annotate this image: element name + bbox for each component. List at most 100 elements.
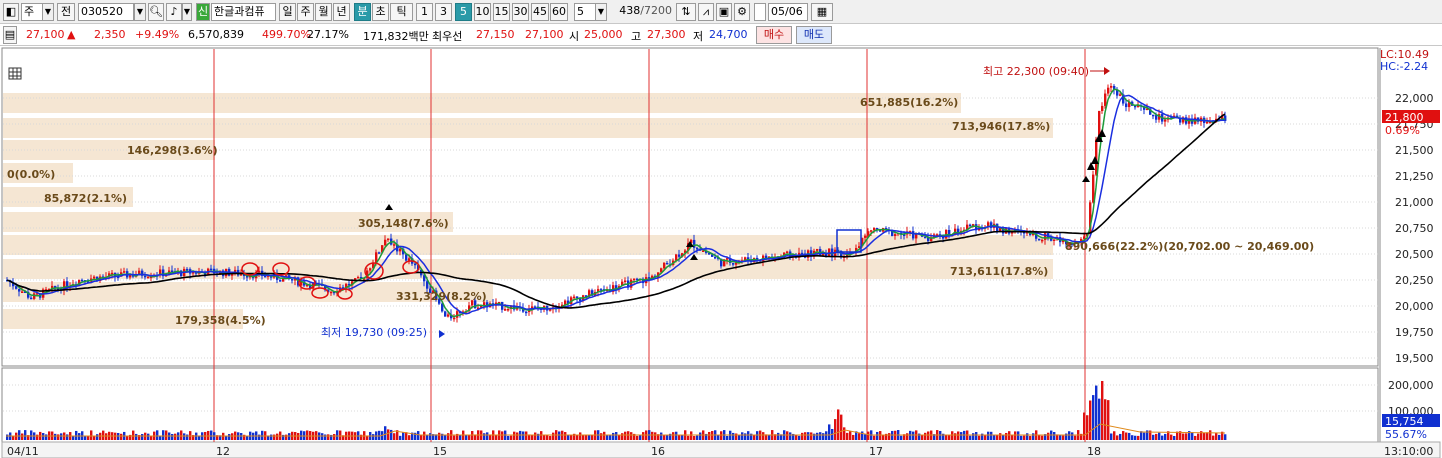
interval-60[interactable]: 60 xyxy=(550,3,568,21)
volume-bar xyxy=(1197,433,1200,440)
period-minute[interactable]: 분 xyxy=(354,3,371,21)
dual-chart-icon[interactable]: ⩘ xyxy=(698,3,714,21)
candle-body xyxy=(1104,93,1107,106)
volume-bar xyxy=(207,430,210,440)
volume-bar xyxy=(1038,435,1041,440)
volume-bar xyxy=(1011,435,1014,440)
candle-body xyxy=(786,251,789,254)
profile-label-9: 890,666(22.2%)(20,702.00 ~ 20,469.00) xyxy=(1065,240,1314,253)
stock-chart[interactable]: 651,885(16.2%) 713,946(17.8%) 146,298(3.6%… xyxy=(0,46,1442,458)
interval-5[interactable]: 5 xyxy=(455,3,472,21)
volume-bar xyxy=(777,432,780,440)
period-year[interactable]: 년 xyxy=(333,3,350,21)
volume-bar xyxy=(879,431,882,440)
chart-canvas[interactable]: 651,885(16.2%) 713,946(17.8%) 146,298(3.6%… xyxy=(0,46,1442,458)
volume-bar xyxy=(1113,431,1116,440)
change-amount: 2,350 xyxy=(94,28,126,41)
date-label: 16 xyxy=(651,445,665,458)
volume-bar xyxy=(486,432,489,440)
turnover: 27.17% xyxy=(307,28,349,41)
code-dropdown-icon[interactable]: ▼ xyxy=(134,3,146,21)
volume-bar xyxy=(606,435,609,440)
save-icon[interactable]: ▣ xyxy=(716,3,732,21)
period-month[interactable]: 월 xyxy=(315,3,332,21)
code-input[interactable]: 030520 xyxy=(78,3,134,21)
volume-bar xyxy=(876,431,879,440)
interval-45[interactable]: 45 xyxy=(531,3,549,21)
candle-body xyxy=(1038,238,1041,241)
mode-select[interactable]: 주 xyxy=(21,3,43,21)
speaker-icon[interactable]: ♪ xyxy=(166,3,182,21)
volume-bar xyxy=(567,435,570,440)
high-label: 고 xyxy=(631,30,642,43)
volume-bar xyxy=(285,434,288,440)
volume-bar xyxy=(45,434,48,440)
prev-button[interactable]: 전 xyxy=(57,3,75,21)
volume-bar xyxy=(924,432,927,440)
volume-bar xyxy=(795,435,798,440)
candle-body xyxy=(870,230,873,232)
period-week[interactable]: 주 xyxy=(297,3,314,21)
volume-bar xyxy=(162,430,165,440)
volume-bar xyxy=(1059,435,1062,440)
volume-bar xyxy=(18,430,21,440)
volume-bar xyxy=(717,435,720,440)
volume-bar xyxy=(78,433,81,440)
interval-1[interactable]: 1 xyxy=(416,3,433,21)
volume-bar xyxy=(1014,431,1017,440)
volume-bar xyxy=(420,434,423,440)
indicator-icon[interactable]: ⇅ xyxy=(676,3,696,21)
volume-bar xyxy=(747,431,750,440)
volume-bar xyxy=(258,434,261,440)
volume-bar xyxy=(999,433,1002,440)
stock-name[interactable]: 한글과컴퓨 xyxy=(211,3,276,21)
profile-label-6: 331,329(8.2%) xyxy=(396,290,487,303)
volume-bar xyxy=(1203,432,1206,440)
layout-icon[interactable]: ◧ xyxy=(3,3,19,21)
mode-dropdown-icon[interactable]: ▼ xyxy=(42,3,54,21)
volume-bar xyxy=(1194,435,1197,440)
settings-icon[interactable]: ⚙ xyxy=(734,3,750,21)
volume-bar xyxy=(324,434,327,440)
volume-bar xyxy=(1017,431,1020,440)
low-price: 24,700 xyxy=(709,28,748,41)
search-icon[interactable]: 🔍︎ xyxy=(148,3,164,21)
period-day[interactable]: 일 xyxy=(279,3,296,21)
interval-3[interactable]: 3 xyxy=(435,3,452,21)
interval-dropdown-icon[interactable]: ▼ xyxy=(595,3,607,21)
interval-10[interactable]: 10 xyxy=(474,3,491,21)
volume-bar xyxy=(984,435,987,440)
grid-icon[interactable]: ▤ xyxy=(3,26,17,44)
calculator-icon[interactable]: ▦ xyxy=(811,3,833,21)
volume-bar xyxy=(864,434,867,440)
volume-ratio: 499.70% xyxy=(262,28,311,41)
volume-bar xyxy=(336,430,339,440)
period-second[interactable]: 초 xyxy=(372,3,389,21)
candle-body xyxy=(393,244,396,246)
speaker-dropdown-icon[interactable]: ▼ xyxy=(182,3,192,21)
interval-select[interactable]: 5 xyxy=(574,3,596,21)
interval-30[interactable]: 30 xyxy=(512,3,529,21)
volume-bar xyxy=(1131,435,1134,440)
volume-bar xyxy=(270,434,273,440)
date-input[interactable]: 05/06 xyxy=(768,3,808,21)
buy-button[interactable]: 매수 xyxy=(756,26,792,44)
candle-body xyxy=(1119,94,1122,96)
chart-table-icon[interactable] xyxy=(8,67,22,80)
volume-bar xyxy=(681,435,684,440)
volume-bar xyxy=(816,432,819,440)
volume-bar xyxy=(1053,431,1056,440)
volume-bar xyxy=(174,433,177,440)
period-tick[interactable]: 틱 xyxy=(390,3,413,21)
price-tick: 22,000 xyxy=(1395,92,1434,105)
high-price: 27,300 xyxy=(647,28,686,41)
sell-button[interactable]: 매도 xyxy=(796,26,832,44)
date-checkbox[interactable] xyxy=(754,3,766,21)
volume-bar xyxy=(510,435,513,440)
candle-body xyxy=(912,231,915,239)
volume-bar xyxy=(1107,400,1110,440)
volume-bar xyxy=(1089,400,1092,440)
interval-15[interactable]: 15 xyxy=(493,3,510,21)
best-ask: 27,150 xyxy=(476,28,515,41)
candle-body xyxy=(867,231,870,236)
